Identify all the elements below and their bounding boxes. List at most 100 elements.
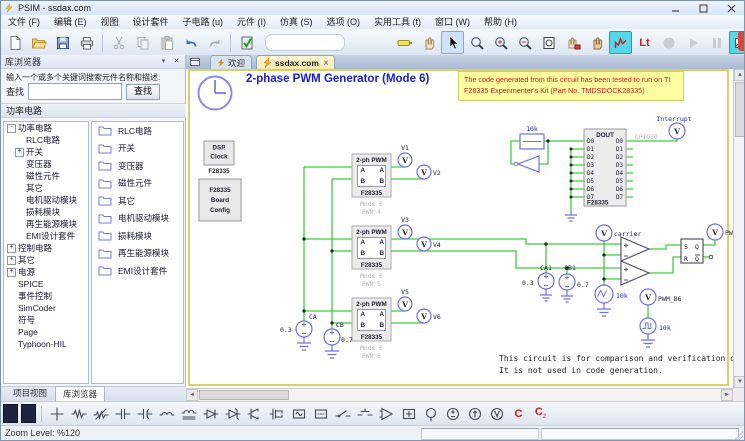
scroll-left-icon[interactable]: ◄ [186,389,198,401]
tree-item-emi[interactable]: EMI设计套件 [4,230,88,242]
zoom-in-icon[interactable] [489,31,512,54]
panel-collapse-button[interactable]: ▾ [158,57,169,67]
folder-transformer[interactable]: 变压器 [92,157,183,175]
junction-icon[interactable] [47,404,66,423]
tree-item-switch[interactable]: +开关 [4,146,88,158]
menu-view[interactable]: 视图 [94,15,126,29]
lt-tool-icon[interactable]: Lt [633,31,656,54]
copy-icon[interactable] [131,31,154,54]
folder-loss[interactable]: 损耗模块 [92,227,183,245]
pause-icon[interactable] [705,31,728,54]
board-config-block[interactable]: F28335 Board Config [199,179,241,221]
pan-hand-icon[interactable] [417,31,440,54]
h-scroll-thumb[interactable] [199,390,289,400]
source-cb[interactable]: CB 0.7 [324,321,353,345]
c-script-2-icon[interactable]: C2 [531,404,550,423]
folder-rlc[interactable]: RLC电路 [92,122,183,140]
menu-options[interactable]: 选项 (O) [320,15,368,29]
menu-window[interactable]: 窗口 (W) [428,15,477,29]
cut-icon[interactable] [107,31,130,54]
rheostat-icon[interactable] [91,404,110,423]
menu-design-suite[interactable]: 设计套件 [126,15,176,29]
source-ca[interactable]: CA 0.3 [280,313,317,337]
resistor-10k-block[interactable]: 10k [520,125,544,149]
menu-edit[interactable]: 编辑 (E) [47,15,94,29]
zener-diode-icon[interactable] [223,404,242,423]
clock-icon[interactable] [199,77,232,110]
tree-item-symbols[interactable]: 符号 [4,314,88,326]
probe-node-icon[interactable] [421,404,440,423]
capacitor-icon[interactable] [113,404,132,423]
zoom-icon[interactable] [465,31,488,54]
tab-library-browser[interactable]: 库浏览器 [55,386,105,401]
sr-flipflop[interactable]: S R Q Q [681,239,713,263]
voltmeter-v1[interactable]: VV1 [398,144,412,167]
voltmeter-v5[interactable]: VV5 [398,288,412,311]
tree-item-sources[interactable]: +电源 [4,266,88,278]
math-block-icon[interactable] [399,404,418,423]
switch-icon[interactable] [333,404,352,423]
tab-welcome[interactable]: 欢迎 [210,55,252,69]
pwm-block-3[interactable]: 2-ph PWM A B A B F28335 Mode 6 PWM 6 [352,298,391,360]
zoom-page-icon[interactable] [537,31,560,54]
minimize-button[interactable] [668,3,682,14]
voltmeter-v6[interactable]: VV6 [417,309,441,323]
voltmeter-icon[interactable] [487,404,506,423]
polarized-capacitor-icon[interactable] [135,404,154,423]
doc-list-icon[interactable] [190,57,200,67]
inverter-gate[interactable] [514,156,539,172]
comparator-2[interactable] [621,261,649,285]
tree-item-loss[interactable]: 损耗模块 [4,206,88,218]
tree-item-renewable[interactable]: 再生能源模块 [4,218,88,230]
menu-help[interactable]: 帮助 (H) [477,15,524,29]
menu-elements[interactable]: 元件 (I) [230,15,273,29]
voltmeter-carrier[interactable]: V carrier [596,225,641,241]
opamp-icon[interactable] [377,404,396,423]
menu-utilities[interactable]: 实用工具 (t) [367,15,428,29]
tree-item-motor-drive[interactable]: 电机驱动模块 [4,194,88,206]
c-script-icon[interactable]: C [509,404,528,423]
pan-hand-2-icon[interactable] [585,31,608,54]
new-file-icon[interactable] [3,31,26,54]
npn-transistor-icon[interactable] [245,404,264,423]
v-scroll-thumb[interactable] [735,82,745,137]
panel-close-button[interactable]: ✕ [171,57,182,67]
voltmeter-v3[interactable]: VV3 [398,216,412,239]
menu-file[interactable]: 文件 (F) [1,15,47,29]
battery-icon[interactable] [393,31,416,54]
tree-item-transformer[interactable]: 变压器 [4,158,88,170]
folder-other[interactable]: 其它 [92,192,183,210]
wire-mode-icon[interactable] [3,404,18,423]
canvas-horizontal-scrollbar[interactable]: ◄ ► [186,388,733,401]
dout-block[interactable]: DOUT D0D0 D1D1 D2D2 D3D3 D4D4 D5D5 D6D6 … [584,129,626,207]
open-folder-icon[interactable] [27,31,50,54]
print-icon[interactable] [75,31,98,54]
tab-ssdax[interactable]: ssdax.com x [256,55,335,69]
label-mode-icon[interactable] [21,404,36,423]
triangle-source[interactable]: 10k [595,285,628,303]
pwm-block-2[interactable]: 2-ph PWM A B A B F28335 Mode 6 PWM 5 [352,226,391,288]
tree-item-simcoder[interactable]: SimCoder [4,302,88,314]
stop-icon[interactable] [657,31,680,54]
voltmeter-interrupt[interactable]: V Interrupt [656,115,691,139]
block-3ph-icon[interactable] [311,404,330,423]
scroll-right-icon[interactable]: ► [721,389,733,401]
pan-red-icon[interactable] [561,31,584,54]
canvas-vertical-scrollbar[interactable]: ▲ ▼ [733,69,745,388]
current-source-icon[interactable] [465,404,484,423]
tree-item-typhoon[interactable]: Typhoon-HIL [4,338,88,350]
resistor-icon[interactable] [69,404,88,423]
comparator-1[interactable] [621,237,649,261]
paste-icon[interactable] [155,31,178,54]
redo-icon[interactable] [203,31,226,54]
resize-grip[interactable] [733,431,743,441]
block-1ph-icon[interactable] [289,404,308,423]
undo-icon[interactable] [179,31,202,54]
tree-item-power[interactable]: -功率电路 [4,122,88,134]
maximize-button[interactable] [696,3,710,14]
voltmeter-v2[interactable]: VV2 [417,165,441,179]
scroll-up-icon[interactable]: ▲ [734,69,745,81]
tree-item-event-control[interactable]: 事件控制 [4,290,88,302]
tree-item-other[interactable]: 其它 [4,182,88,194]
simview-check-icon[interactable] [235,31,258,54]
